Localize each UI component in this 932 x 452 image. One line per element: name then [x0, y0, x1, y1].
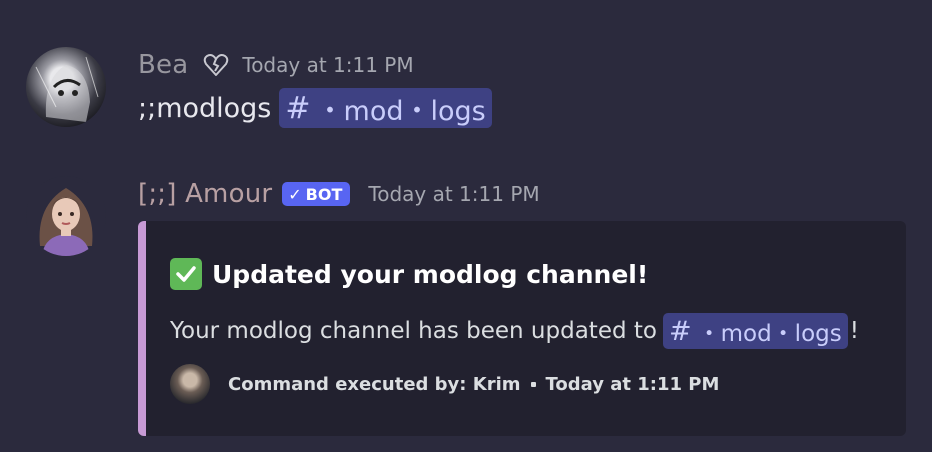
message-amour: [;;] Amour ✓ BOT Today at 1:11 PM Update…	[0, 0, 932, 452]
message-header: [;;] Amour ✓ BOT Today at 1:11 PM	[138, 177, 540, 211]
footer-separator	[530, 381, 536, 387]
username[interactable]: [;;] Amour	[138, 179, 272, 209]
embed: Updated your modlog channel! Your modlog…	[138, 221, 906, 436]
embed-accent-bar	[138, 221, 146, 436]
embed-description: Your modlog channel has been updated to …	[170, 313, 859, 349]
embed-description-text: Your modlog channel has been updated to	[170, 318, 657, 344]
timestamp[interactable]: Today at 1:11 PM	[368, 182, 539, 206]
bot-badge: ✓ BOT	[282, 182, 351, 206]
channel-hash-icon: #	[668, 315, 692, 347]
footer-timestamp: Today at 1:11 PM	[545, 373, 720, 395]
footer-text: Command executed by: Krim	[228, 373, 521, 395]
footer-avatar	[170, 364, 210, 404]
avatar[interactable]	[26, 176, 106, 256]
channel-mention[interactable]: # ・mod・logs	[662, 313, 848, 349]
white-check-mark-icon	[170, 258, 202, 290]
embed-title: Updated your modlog channel!	[170, 258, 648, 290]
embed-title-text: Updated your modlog channel!	[212, 259, 649, 289]
verified-check-icon: ✓	[288, 184, 302, 204]
embed-description-suffix: !	[849, 318, 859, 344]
channel-name: ・mod・logs	[697, 321, 842, 347]
embed-footer: Command executed by: Krim Today at 1:11 …	[170, 364, 719, 404]
bot-badge-label: BOT	[305, 184, 343, 204]
